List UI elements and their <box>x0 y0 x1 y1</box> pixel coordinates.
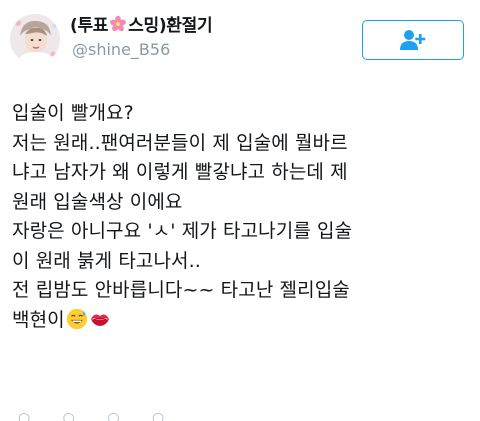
cherry-blossom-icon <box>110 15 127 31</box>
follow-button[interactable] <box>362 20 464 60</box>
tweet-line: 입술이 빨개요? <box>12 102 134 124</box>
display-name-suffix: 스밍)환절기 <box>128 16 213 36</box>
display-name[interactable]: (투표 스밍)환절기 <box>70 11 213 36</box>
tweet-line: 이 원래 붉게 타고나서.. <box>12 249 201 272</box>
tweet-line: 저는 원래..팬여러분들이 제 입술에 뭘바르 <box>12 131 348 154</box>
add-user-icon <box>400 30 426 50</box>
grinning-sweat-emoji <box>66 308 87 329</box>
tweet-line-text: 백현이 <box>12 308 65 331</box>
tweet-last-line: 백현이 <box>12 306 472 336</box>
tweet-line: 자랑은 아니구요 'ㅅ' 제가 타고나기를 입술 <box>12 220 353 242</box>
avatar[interactable] <box>10 14 60 64</box>
user-handle[interactable]: @shine_B56 <box>72 40 170 59</box>
tweet-line: 전 립밤도 안바릅니다~~ 타고난 젤리입술 <box>12 279 350 301</box>
tweet-header: (투표 스밍)환절기 @shine_B56 <box>0 0 480 80</box>
tweet-line: 원래 입술색상 이에요 <box>12 190 183 213</box>
kiss-mark-emoji <box>90 314 109 326</box>
tweet-text: 입술이 빨개요? 저는 원래..팬여러분들이 제 입술에 뭘바르 냐고 남자가 … <box>12 99 472 335</box>
tweet-actions-peek: ○ ○ ○ ○ <box>18 410 318 421</box>
avatar-image <box>10 14 60 64</box>
action-icon-peek: ○ ○ ○ ○ <box>18 410 179 421</box>
display-name-prefix: (투표 <box>70 16 109 36</box>
tweet-line: 냐고 남자가 왜 이렇게 빨갛냐고 하는데 제 <box>12 161 348 183</box>
